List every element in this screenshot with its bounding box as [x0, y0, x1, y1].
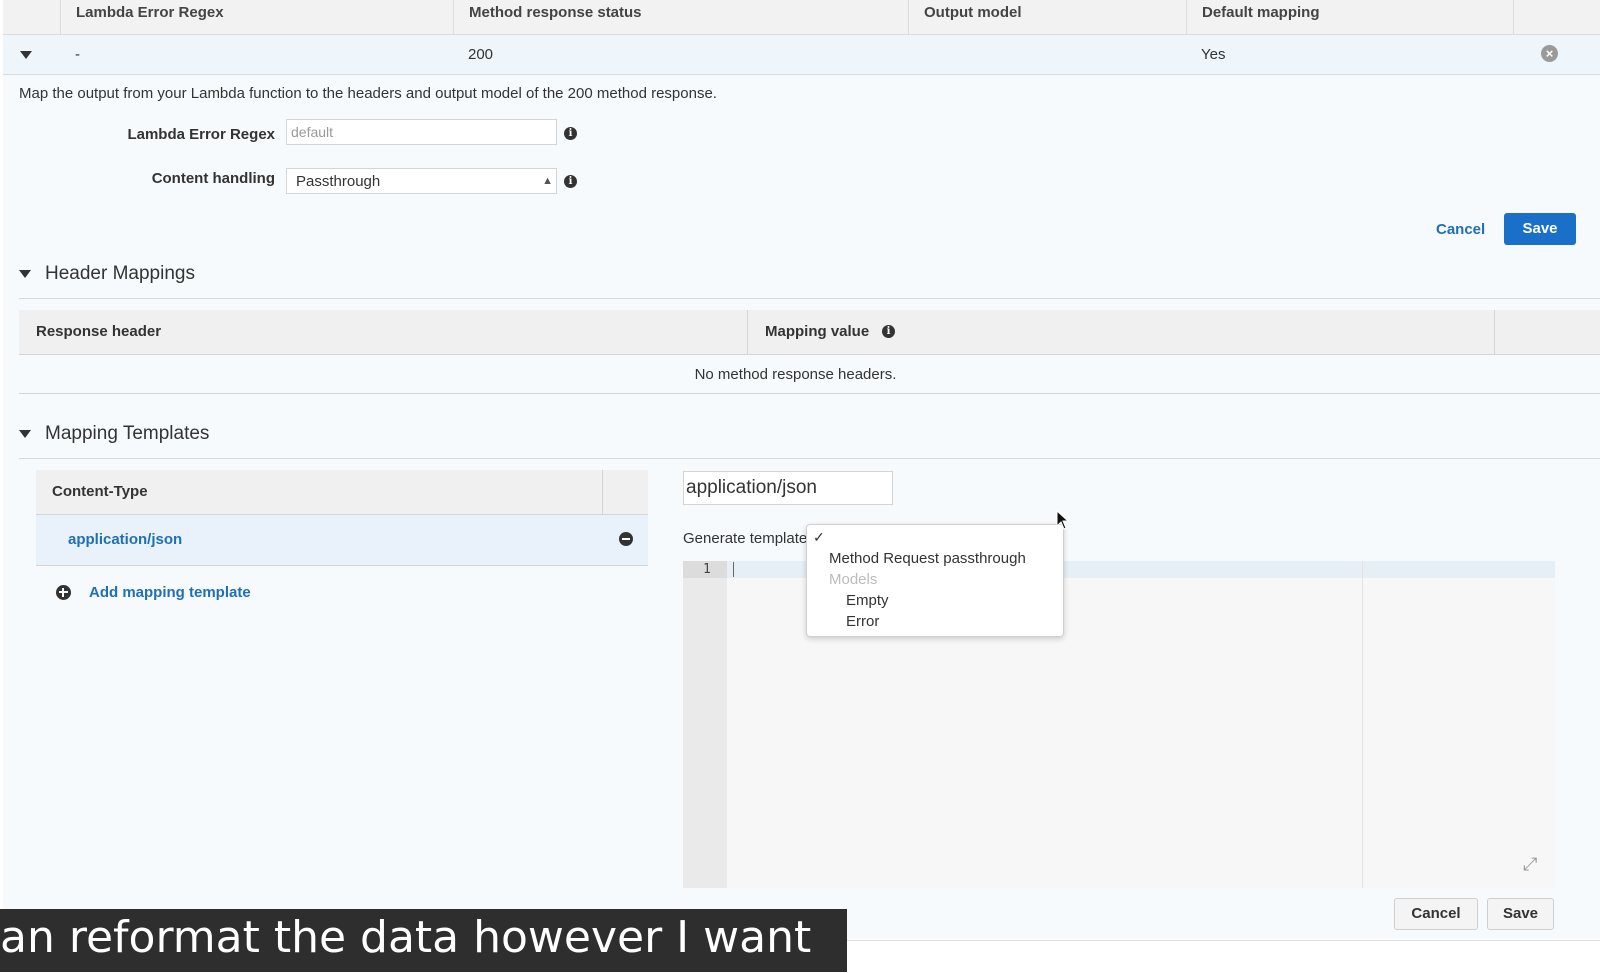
content-handling-label: Content handling: [151, 170, 275, 187]
line-number: 1: [703, 562, 711, 577]
info-icon[interactable]: i: [564, 175, 577, 188]
save-button[interactable]: Save: [1504, 213, 1576, 245]
expand-icon[interactable]: ⤢: [1523, 854, 1537, 875]
header-mappings-table-header: Response header Mapping value i: [19, 310, 1600, 355]
generate-template-dropdown: ✓ Method Request passthrough Models Empt…: [806, 524, 1064, 637]
mouse-cursor-icon: [1056, 510, 1070, 530]
content-type-table-header: Content-Type: [36, 470, 648, 515]
response-description: Map the output from your Lambda function…: [19, 85, 717, 102]
col-method-response-status: Method response status: [453, 0, 909, 34]
template-cancel-button[interactable]: Cancel: [1394, 898, 1478, 930]
col-output-model: Output model: [908, 0, 1184, 34]
col-lambda-error-regex: Lambda Error Regex: [60, 0, 466, 34]
response-row[interactable]: - 200 Yes ×: [3, 35, 1600, 75]
dropdown-group-label: Models: [829, 571, 878, 588]
content-handling-select[interactable]: Passthrough ▲: [286, 168, 557, 194]
dropdown-option[interactable]: Error: [846, 613, 879, 630]
editor-cursor: [733, 562, 734, 577]
minus-icon: [622, 538, 630, 540]
divider: [19, 458, 1600, 459]
info-icon[interactable]: i: [564, 127, 577, 140]
video-caption: an reformat the data however I want: [0, 909, 847, 972]
add-mapping-template-link[interactable]: Add mapping template: [89, 584, 251, 601]
response-table-header: Lambda Error Regex Method response statu…: [3, 0, 1600, 35]
row-status: 200: [468, 46, 494, 63]
mapping-templates-toggle-icon[interactable]: [19, 430, 31, 438]
lambda-error-regex-input[interactable]: default: [286, 119, 557, 145]
column-divider: [602, 470, 603, 514]
check-icon: ✓: [813, 529, 825, 545]
header-mappings-title: Header Mappings: [45, 263, 195, 284]
caption-text: an reformat the data however I want: [0, 912, 812, 963]
divider: [19, 298, 1600, 299]
content-type-input[interactable]: application/json: [683, 471, 893, 505]
remove-content-type-icon[interactable]: [619, 532, 633, 546]
content-type-row[interactable]: application/json: [36, 515, 648, 566]
col-actions: [1513, 0, 1594, 34]
cancel-link[interactable]: Cancel: [1436, 221, 1485, 238]
content-type-item[interactable]: application/json: [68, 531, 182, 548]
column-divider: [1494, 310, 1495, 354]
content-handling-value: Passthrough: [296, 173, 381, 190]
print-margin: [1362, 561, 1363, 888]
no-headers-text: No method response headers.: [694, 366, 897, 383]
header-mappings-toggle-icon[interactable]: [19, 270, 31, 278]
row-regex: -: [75, 46, 80, 63]
remove-response-icon[interactable]: ×: [1541, 45, 1558, 62]
editor-gutter: [683, 561, 727, 888]
select-arrows-icon: ▲: [542, 175, 553, 187]
column-divider: [747, 310, 748, 354]
mapping-templates-title: Mapping Templates: [45, 423, 210, 444]
info-icon[interactable]: i: [882, 325, 895, 338]
dropdown-option[interactable]: Method Request passthrough: [829, 550, 1026, 567]
col-response-header: Response header: [36, 323, 162, 340]
dropdown-option[interactable]: Empty: [846, 592, 889, 609]
header-mappings-empty-row: No method response headers.: [19, 355, 1600, 394]
generate-template-label: Generate template: [683, 530, 808, 547]
plus-icon: [62, 588, 64, 597]
col-default-mapping: Default mapping: [1186, 0, 1512, 34]
lambda-error-regex-label: Lambda Error Regex: [127, 126, 275, 143]
row-default-mapping: Yes: [1201, 46, 1226, 63]
template-save-button[interactable]: Save: [1487, 898, 1554, 930]
add-circle-icon[interactable]: [56, 585, 71, 600]
col-content-type: Content-Type: [52, 483, 148, 500]
col-mapping-value: Mapping value: [765, 323, 870, 340]
collapse-triangle-icon[interactable]: [20, 51, 32, 59]
